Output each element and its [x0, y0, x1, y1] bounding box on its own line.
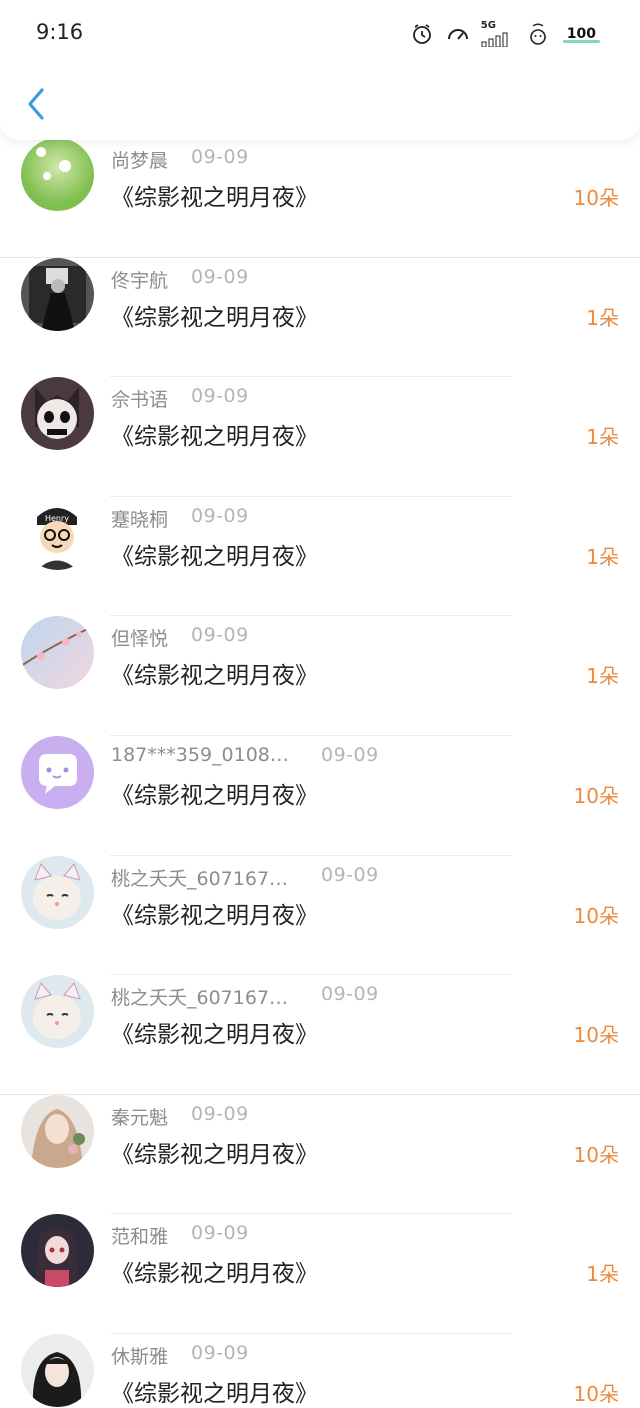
user-name: 桃之夭夭_607167…: [111, 987, 289, 1010]
item-date: 09-09: [191, 1341, 249, 1364]
book-title: 《综影视之明月夜》: [111, 782, 318, 809]
avatar[interactable]: [21, 257, 94, 331]
flower-count: 10朵: [573, 903, 619, 928]
list-item[interactable]: 187***359_0108… 09-09 《综影视之明月夜》 10朵: [0, 735, 640, 856]
user-name: 蹇晓桐: [111, 508, 169, 531]
signal-5g-icon: 5G: [481, 21, 515, 47]
avatar[interactable]: [21, 616, 94, 690]
list-item[interactable]: 范和雅 09-09 《综影视之明月夜》 1朵: [0, 1214, 640, 1334]
user-name: 秦元魁: [111, 1106, 169, 1129]
list-item[interactable]: 桃之夭夭_607167… 09-09 《综影视之明月夜》 10朵: [0, 975, 640, 1095]
avatar[interactable]: [21, 1214, 94, 1288]
book-title: 《综影视之明月夜》: [111, 1380, 318, 1407]
flower-count: 1朵: [586, 664, 619, 689]
book-title: 《综影视之明月夜》: [111, 304, 318, 331]
flower-count: 1朵: [586, 425, 619, 450]
user-name: 187***359_0108…: [111, 743, 289, 766]
battery-level-bar: [562, 40, 600, 43]
alarm-icon: [409, 21, 435, 47]
book-title: 《综影视之明月夜》: [111, 543, 318, 570]
item-date: 09-09: [321, 863, 379, 886]
flower-count: 1朵: [586, 544, 619, 569]
back-button[interactable]: [22, 86, 50, 122]
item-date: 09-09: [191, 624, 249, 647]
speed-gauge-icon: [445, 21, 471, 47]
flower-count: 10朵: [573, 1023, 619, 1048]
flower-count: 10朵: [573, 1381, 619, 1406]
avatar[interactable]: [21, 735, 94, 809]
user-name: 范和雅: [111, 1226, 169, 1249]
item-date: 09-09: [191, 504, 249, 527]
avatar[interactable]: Henry: [21, 496, 94, 570]
avatar[interactable]: [21, 1333, 94, 1407]
battery-indicator: 100: [561, 23, 602, 45]
list-item[interactable]: 休斯雅 09-09 《综影视之明月夜》 10朵: [0, 1333, 640, 1408]
top-header: 9:16 5G 100: [0, 0, 640, 140]
item-date: 09-09: [191, 1102, 249, 1125]
user-name: 桃之夭夭_607167…: [111, 867, 289, 890]
avatar[interactable]: [21, 138, 94, 211]
item-date: 09-09: [321, 743, 379, 766]
item-date: 09-09: [191, 1222, 249, 1245]
flower-count: 10朵: [573, 1142, 619, 1167]
item-date: 09-09: [191, 385, 249, 408]
book-title: 《综影视之明月夜》: [111, 1022, 318, 1049]
list-item[interactable]: Henry 蹇晓桐 09-09 《综影视之明月夜》 1朵: [0, 496, 640, 617]
avatar[interactable]: [21, 975, 94, 1049]
user-name: 佟宇航: [111, 269, 169, 292]
flower-count: 10朵: [573, 783, 619, 808]
book-title: 《综影视之明月夜》: [111, 902, 318, 929]
flower-count: 1朵: [586, 305, 619, 330]
status-icons: 5G 100: [409, 18, 602, 50]
list-item[interactable]: 秦元魁 09-09 《综影视之明月夜》 10朵: [0, 1094, 640, 1215]
wifi-pet-icon: [525, 21, 551, 47]
list-item[interactable]: 桃之夭夭_607167… 09-09 《综影视之明月夜》 10朵: [0, 855, 640, 976]
item-date: 09-09: [191, 146, 249, 168]
user-name: 休斯雅: [111, 1345, 169, 1368]
item-date: 09-09: [191, 265, 249, 288]
list-item[interactable]: 佟宇航 09-09 《综影视之明月夜》 1朵: [0, 257, 640, 378]
avatar[interactable]: [21, 1094, 94, 1168]
book-title: 《综影视之明月夜》: [111, 424, 318, 451]
status-bar: 9:16 5G 100: [0, 0, 640, 70]
user-name: 但怿悦: [111, 628, 169, 651]
book-title: 《综影视之明月夜》: [111, 1141, 318, 1168]
item-date: 09-09: [321, 983, 379, 1006]
user-name: 尚梦晨: [111, 150, 169, 172]
list-item[interactable]: 佘书语 09-09 《综影视之明月夜》 1朵: [0, 377, 640, 497]
list-item[interactable]: 但怿悦 09-09 《综影视之明月夜》 1朵: [0, 616, 640, 736]
flower-count: 1朵: [586, 1262, 619, 1287]
user-name: 佘书语: [111, 389, 169, 412]
book-title: 《综影视之明月夜》: [111, 1261, 318, 1288]
avatar[interactable]: [21, 377, 94, 451]
book-title: 《综影视之明月夜》: [111, 663, 318, 690]
status-time: 9:16: [36, 20, 84, 44]
book-title: 《综影视之明月夜》: [111, 185, 318, 211]
chevron-left-icon: [28, 88, 44, 120]
gift-record-list: 尚梦晨 09-09 《综影视之明月夜》 10朵 佟宇航 09-09 《综影视之明月夜》 1朵佘…: [0, 138, 640, 1408]
list-item[interactable]: 尚梦晨 09-09 《综影视之明月夜》 10朵: [0, 138, 640, 258]
avatar[interactable]: [21, 855, 94, 929]
flower-count: 10朵: [573, 186, 619, 210]
